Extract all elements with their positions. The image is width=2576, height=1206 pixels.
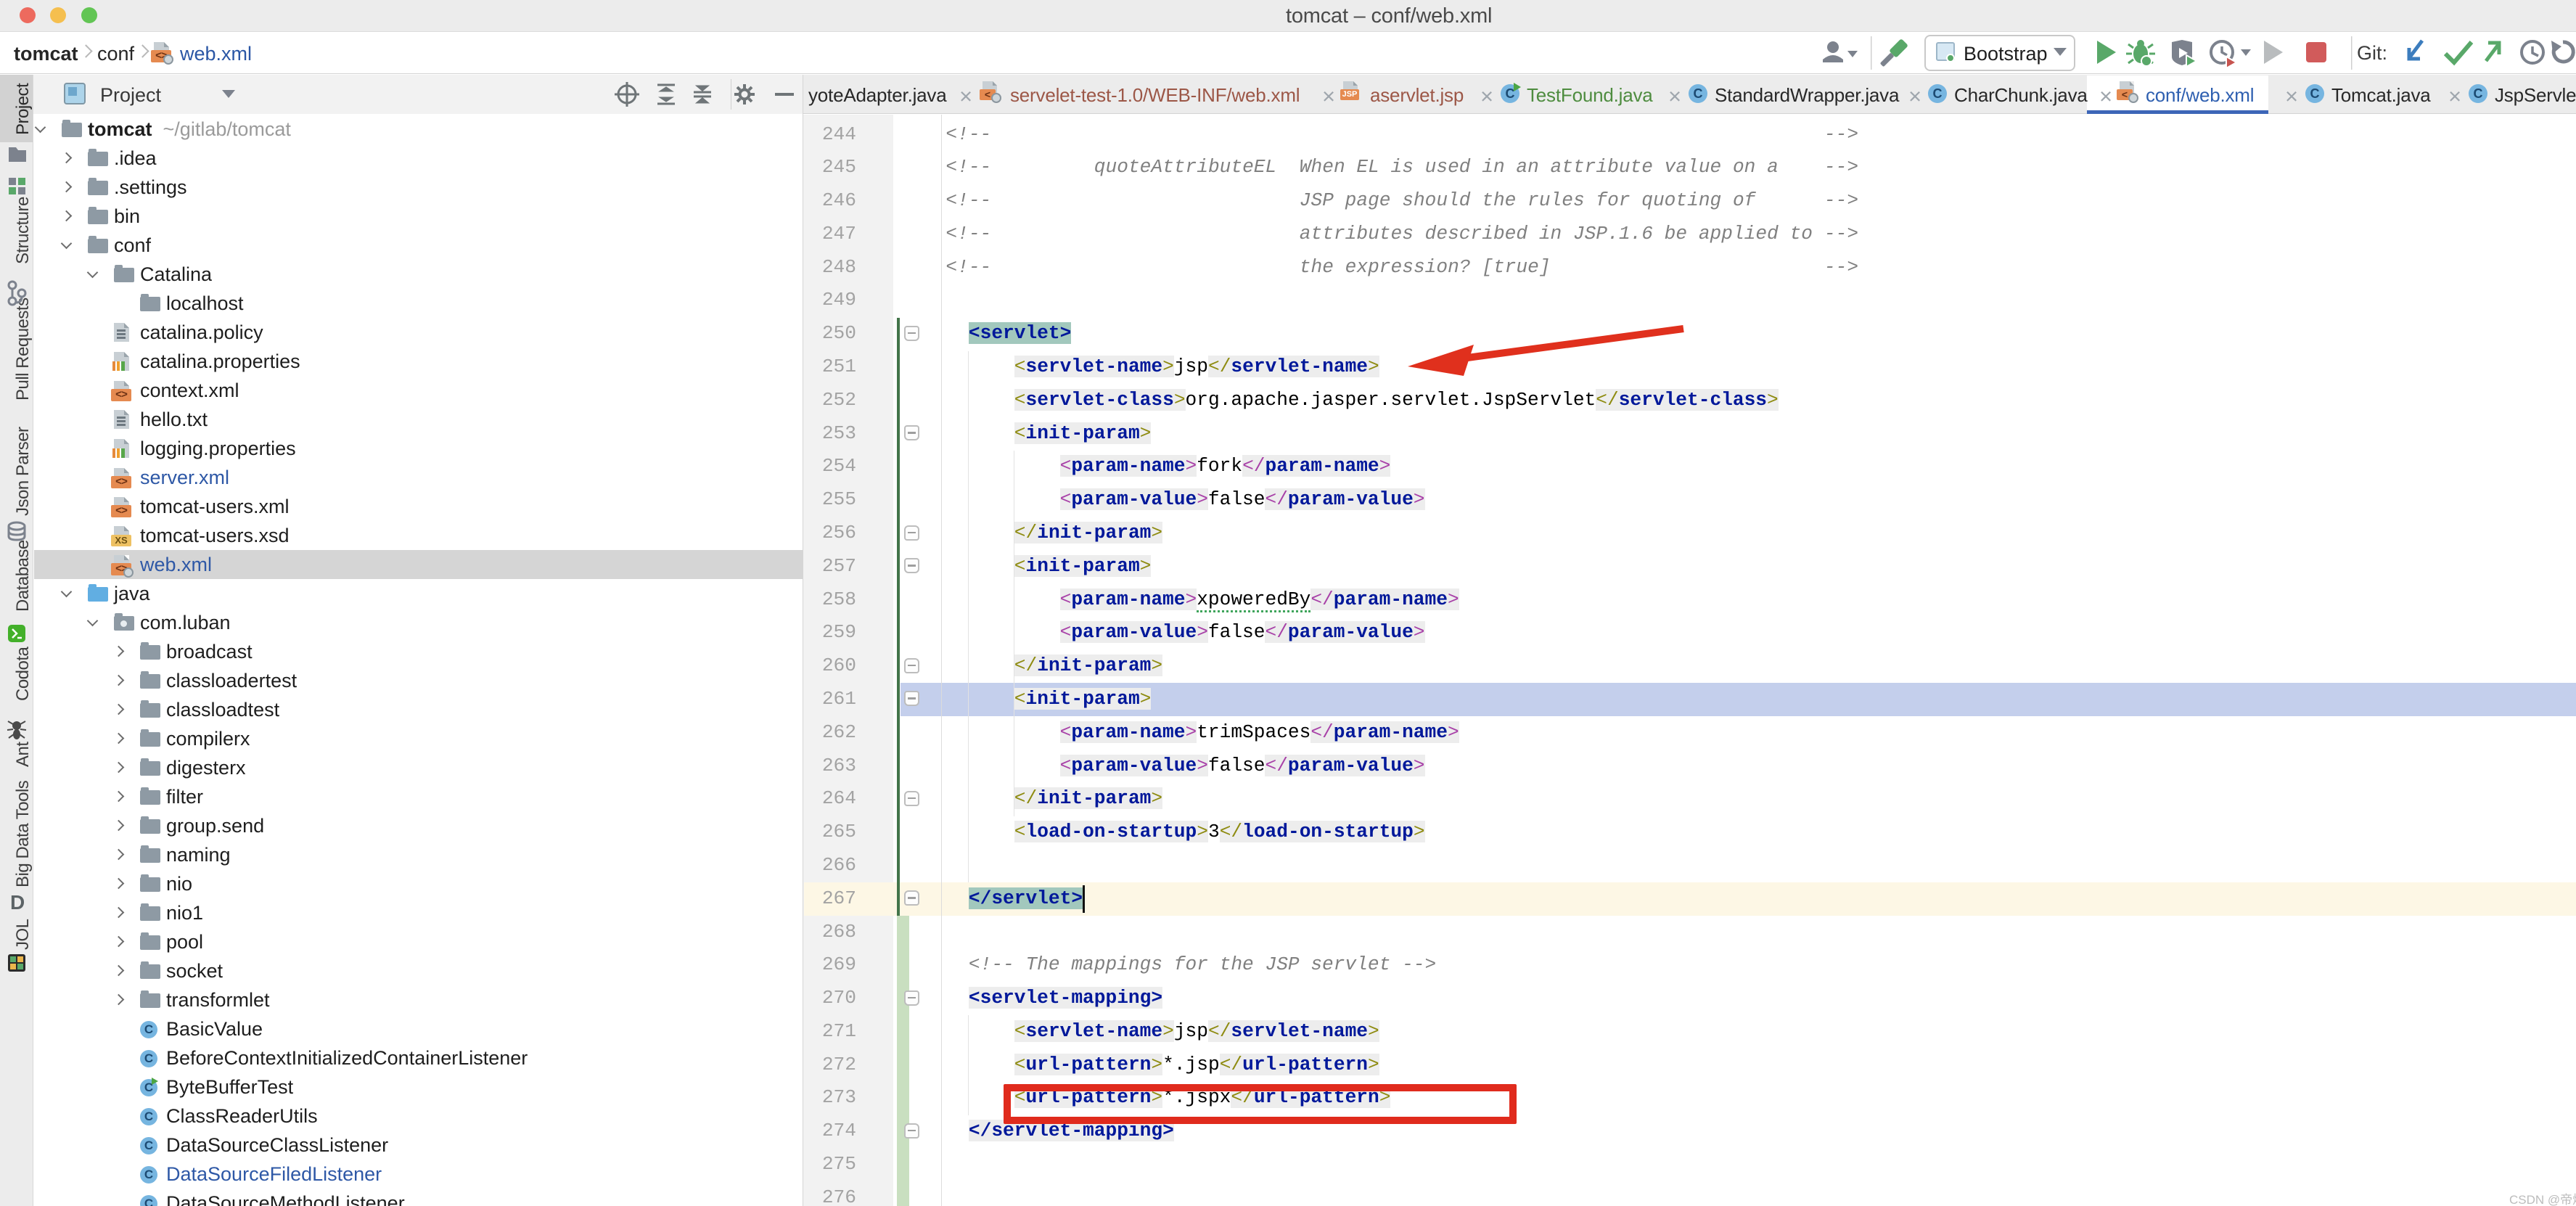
svg-text:D: D [10,891,25,914]
